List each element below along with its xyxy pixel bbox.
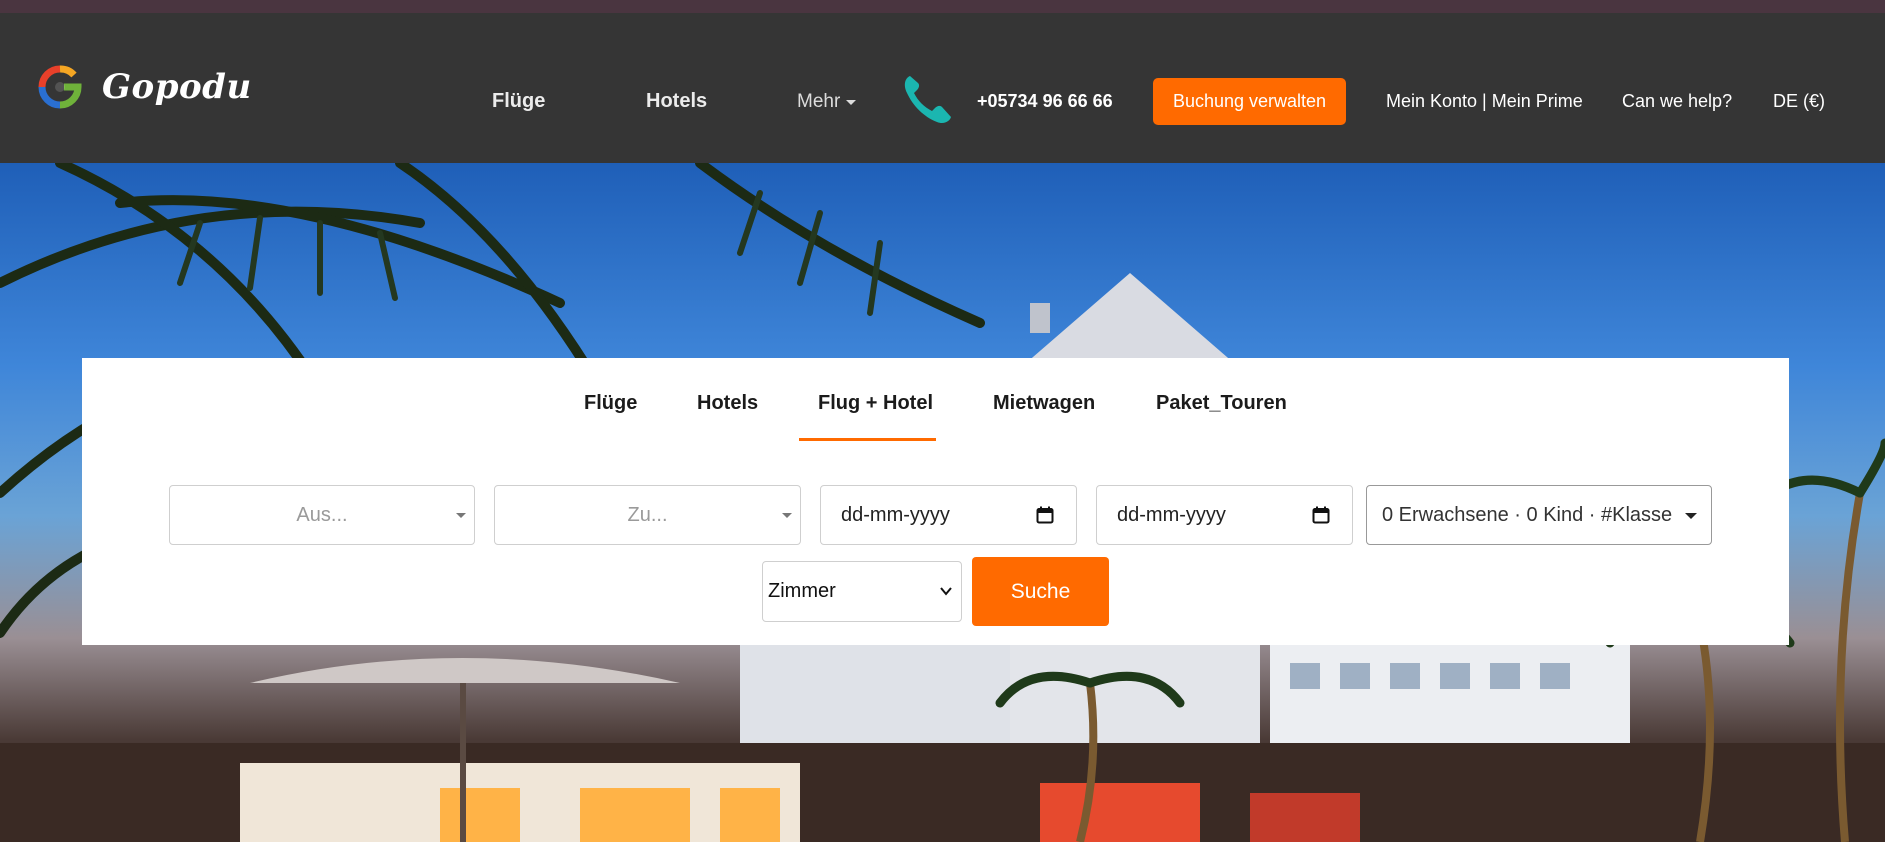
destination-placeholder: Zu... — [627, 503, 668, 526]
top-accent-strip — [0, 0, 1885, 13]
passenger-class-dropdown[interactable]: 0 Erwachsene · 0 Kind · #Klasse — [1366, 485, 1712, 545]
departure-date-input[interactable]: dd-mm-yyyy — [820, 485, 1077, 545]
nav-hotels[interactable]: Hotels — [646, 90, 707, 113]
destination-select[interactable]: Zu... — [494, 485, 801, 545]
nav-more-label: Mehr — [797, 91, 841, 112]
tab-flight-hotel[interactable]: Flug + Hotel — [818, 392, 933, 415]
chevron-down-icon — [940, 587, 952, 596]
phone-icon — [904, 76, 951, 124]
site-header: Gopodu Flüge Hotels Mehr +05734 96 66 66… — [0, 13, 1885, 163]
return-date-input[interactable]: dd-mm-yyyy — [1096, 485, 1353, 545]
return-date-value: dd-mm-yyyy — [1117, 503, 1226, 526]
passenger-summary: 0 Erwachsene · 0 Kind · #Klasse — [1382, 503, 1673, 526]
chevron-down-icon — [782, 513, 792, 518]
origin-placeholder: Aus... — [296, 503, 348, 526]
chevron-down-icon — [456, 513, 466, 518]
departure-date-value: dd-mm-yyyy — [841, 503, 950, 526]
tab-flights[interactable]: Flüge — [584, 392, 637, 415]
manage-booking-button[interactable]: Buchung verwalten — [1153, 78, 1346, 125]
rooms-select[interactable]: Zimmer — [762, 561, 962, 622]
rooms-selected-value: Zimmer — [768, 580, 836, 602]
search-panel: Flüge Hotels Flug + Hotel Mietwagen Pake… — [82, 358, 1789, 645]
origin-select[interactable]: Aus... — [169, 485, 475, 545]
active-tab-indicator — [799, 438, 936, 441]
search-button[interactable]: Suche — [972, 557, 1109, 626]
tab-rental-car[interactable]: Mietwagen — [993, 392, 1095, 415]
chevron-down-icon — [1685, 513, 1697, 519]
locale-selector[interactable]: DE (€) — [1773, 91, 1825, 112]
gopodu-logo-icon — [38, 65, 82, 109]
chevron-down-icon — [846, 99, 857, 105]
nav-flights[interactable]: Flüge — [492, 90, 545, 113]
tab-package-tours[interactable]: Paket_Touren — [1156, 392, 1287, 415]
brand-logo[interactable]: Gopodu — [38, 65, 252, 109]
tab-hotels[interactable]: Hotels — [697, 392, 758, 415]
brand-name: Gopodu — [102, 67, 252, 107]
account-link[interactable]: Mein Konto | Mein Prime — [1386, 91, 1583, 112]
help-link[interactable]: Can we help? — [1622, 91, 1732, 112]
phone-number[interactable]: +05734 96 66 66 — [977, 91, 1113, 112]
calendar-icon[interactable] — [1312, 506, 1330, 524]
nav-more-dropdown[interactable]: Mehr — [797, 91, 857, 113]
calendar-icon[interactable] — [1036, 506, 1054, 524]
